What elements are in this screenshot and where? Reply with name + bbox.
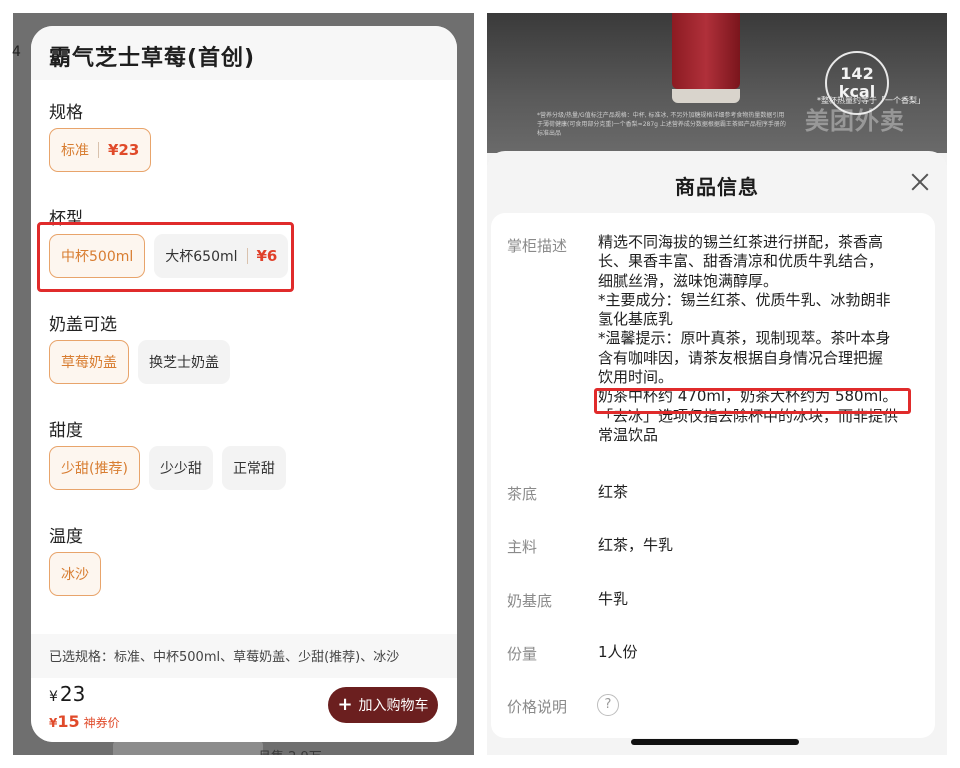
option-label: 冰沙 <box>61 567 89 583</box>
desc-line: 常温饮品 <box>598 425 659 444</box>
section-title-size: 规格 <box>49 103 83 123</box>
option-label: 标准 <box>61 143 89 159</box>
option-strawberry-foam[interactable]: 草莓奶盖 <box>49 340 129 384</box>
watermark-logo: 美团外卖 <box>805 107 905 135</box>
info-sheet-title: 商品信息 <box>675 175 759 199</box>
row-label-price-note: 价格说明 <box>507 698 568 716</box>
question-icon[interactable]: ? <box>597 694 619 716</box>
option-little-sweet[interactable]: 少少甜 <box>148 446 213 490</box>
option-less-sweet[interactable]: 少甜(推荐) <box>49 446 140 490</box>
option-normal-sweet[interactable]: 正常甜 <box>221 446 286 490</box>
add-to-cart-button[interactable]: + 加入购物车 <box>328 687 438 723</box>
row-label-portion: 份量 <box>507 645 538 663</box>
desc-line: 含有咖啡因，请茶友根据自身情况合理把握 <box>598 348 884 367</box>
add-to-cart-label: 加入购物车 <box>358 698 429 714</box>
option-slush[interactable]: 冰沙 <box>49 552 101 596</box>
product-title: 霸气芝士草莓(首创) <box>49 46 256 71</box>
desc-line: 细腻丝滑，滋味饱满醇厚。 <box>598 271 779 290</box>
size-options: 标准 ¥23 <box>49 128 152 172</box>
highlight-box-cup-volume <box>594 388 911 414</box>
plus-icon: + <box>337 694 353 715</box>
desc-line: 精选不同海拔的锡兰红茶进行拼配，茶香高 <box>598 233 884 251</box>
spec-selector-sheet: 霸气芝士草莓(首创) 规格 标准 ¥23 杯型 中杯500ml 大杯650ml … <box>31 26 457 742</box>
sheet-footer: ¥23 ¥15 神券价 + 加入购物车 <box>31 678 457 742</box>
option-cheese-foam[interactable]: 换芝士奶盖 <box>138 340 230 384</box>
background-edge-char: 4 <box>12 44 21 60</box>
row-label-description: 掌柜描述 <box>507 237 568 255</box>
desc-line: 长、果香丰富、甜香清凉和优质牛乳结合， <box>598 252 884 271</box>
row-value-tea-base: 红茶 <box>598 483 629 501</box>
total-price: ¥23 <box>49 682 85 706</box>
nutrition-fine-print: *营养分级/热量/G值标注产品规格：中杯, 标准冰, 不另外加糖规格详细参考食物… <box>537 112 786 137</box>
option-divider <box>98 142 99 158</box>
currency-symbol: ¥ <box>49 689 58 705</box>
row-label-main-ingredients: 主料 <box>507 538 538 556</box>
close-icon[interactable] <box>909 171 931 193</box>
background-product-thumb <box>113 741 263 755</box>
row-label-milk-base: 奶基底 <box>507 592 553 610</box>
row-label-tea-base: 茶底 <box>507 485 538 503</box>
option-label: 少少甜 <box>159 461 202 477</box>
desc-line: *主要成分：锡兰红茶、优质牛乳、冰勃朗非 <box>598 290 891 309</box>
temperature-options: 冰沙 <box>49 552 101 596</box>
cup-image <box>672 13 740 89</box>
row-value-milk-base: 牛乳 <box>598 590 629 608</box>
option-standard[interactable]: 标准 ¥23 <box>49 128 152 172</box>
coupon-price: ¥15 神券价 <box>49 712 120 731</box>
coupon-amount: 15 <box>57 712 80 731</box>
info-card: 掌柜描述 精选不同海拔的锡兰红茶进行拼配，茶香高 长、果香丰富、甜香清凉和优质牛… <box>491 213 935 738</box>
option-label: 正常甜 <box>232 461 275 477</box>
total-amount: 23 <box>59 682 86 706</box>
option-label: 草莓奶盖 <box>61 355 117 371</box>
selected-spec-summary: 已选规格：标准、中杯500ml、草莓奶盖、少甜(推荐)、冰沙 <box>31 634 457 678</box>
background-sales-text: 月售 2.9万 <box>258 746 322 755</box>
cup-base-image <box>672 89 740 103</box>
coupon-tag: 神券价 <box>83 716 120 730</box>
highlight-box-cup-size <box>37 222 294 292</box>
option-label: 少甜(推荐) <box>61 461 128 477</box>
row-value-main-ingredients: 红茶，牛乳 <box>598 536 674 554</box>
desc-line: 饮用时间。 <box>598 368 674 387</box>
desc-line: *温馨提示：原叶真茶，现制现萃。茶叶本身 <box>598 329 891 348</box>
kcal-number: 142 <box>840 64 874 83</box>
sheet-header: 霸气芝士草莓(首创) <box>31 26 457 80</box>
row-value-portion: 1人份 <box>598 643 638 661</box>
section-title-sweetness: 甜度 <box>49 421 83 441</box>
product-info-sheet: 商品信息 掌柜描述 精选不同海拔的锡兰红茶进行拼配，茶香高 长、果香丰富、甜香清… <box>487 151 947 755</box>
foam-options: 草莓奶盖 换芝士奶盖 <box>49 340 230 384</box>
option-label: 换芝士奶盖 <box>149 355 219 371</box>
section-title-temperature: 温度 <box>49 527 83 547</box>
desc-line: 氢化基底乳 <box>598 310 674 329</box>
right-screenshot: *营养分级/热量/G值标注产品规格：中杯, 标准冰, 不另外加糖规格详细参考食物… <box>487 13 947 755</box>
sweetness-options: 少甜(推荐) 少少甜 正常甜 <box>49 446 286 490</box>
section-title-foam: 奶盖可选 <box>49 315 117 335</box>
product-hero-image: *营养分级/热量/G值标注产品规格：中杯, 标准冰, 不另外加糖规格详细参考食物… <box>487 13 947 153</box>
home-indicator[interactable] <box>631 739 799 745</box>
option-price: ¥23 <box>108 141 140 159</box>
